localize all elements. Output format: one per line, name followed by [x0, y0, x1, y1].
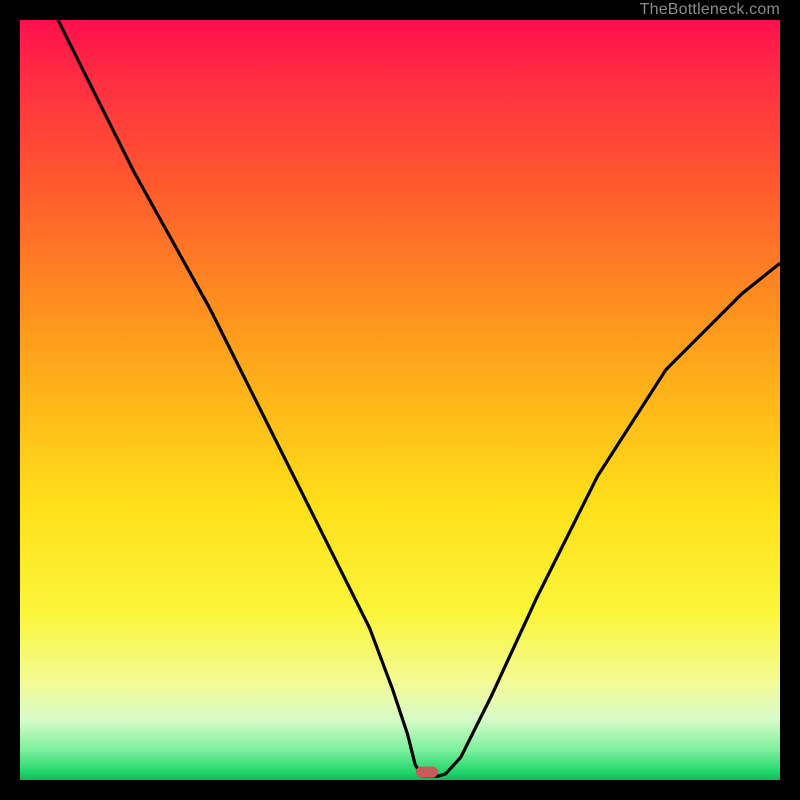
- bottleneck-curve: [20, 20, 780, 780]
- minimum-marker: [416, 767, 438, 778]
- curve-path: [58, 20, 780, 776]
- chart-frame: TheBottleneck.com: [0, 0, 800, 800]
- watermark-label: TheBottleneck.com: [640, 0, 780, 20]
- plot-area: [20, 20, 780, 780]
